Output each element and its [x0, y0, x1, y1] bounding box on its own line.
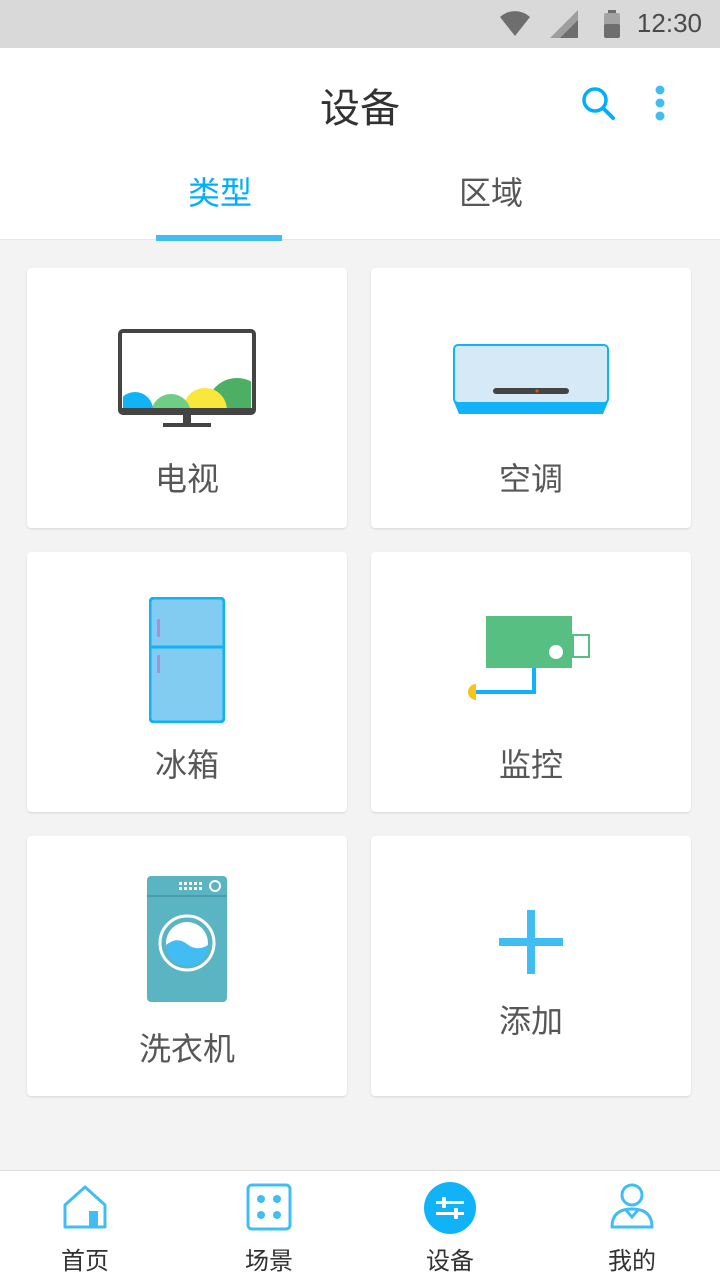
nav-label: 设备 [426, 1247, 474, 1275]
device-label: 电视 [154, 460, 219, 498]
nav-item-device[interactable]: 设备 [360, 1171, 540, 1280]
nav-item-scene[interactable]: 场景 [179, 1171, 359, 1280]
tab-type[interactable]: 类型 [188, 168, 252, 214]
home-icon [63, 1185, 107, 1229]
device-card-washing-machine[interactable]: 洗衣机 [27, 836, 347, 1096]
camera-icon [468, 616, 590, 700]
add-icon [499, 910, 563, 974]
device-card-air-conditioner[interactable]: 空调 [371, 268, 691, 528]
device-card-fridge[interactable]: 冰箱 [27, 552, 347, 812]
nav-label: 首页 [61, 1247, 109, 1275]
more-options-button[interactable] [640, 83, 680, 123]
more-vertical-icon [655, 85, 665, 121]
device-card-add[interactable]: 添加 [371, 836, 691, 1096]
tab-region[interactable]: 区域 [459, 168, 523, 214]
scene-icon [246, 1183, 292, 1231]
tv-icon [118, 329, 256, 427]
battery-icon [604, 10, 620, 38]
profile-icon [610, 1183, 654, 1229]
search-button[interactable] [575, 83, 621, 123]
search-icon [582, 87, 615, 120]
nav-label: 我的 [608, 1247, 656, 1275]
device-settings-icon [424, 1182, 476, 1234]
status-time: 12:30 [636, 8, 702, 38]
device-label: 冰箱 [154, 746, 219, 784]
device-card-tv[interactable]: 电视 [27, 268, 347, 528]
nav-item-profile[interactable]: 我的 [542, 1171, 720, 1280]
nav-item-home[interactable]: 首页 [0, 1171, 175, 1280]
device-card-camera[interactable]: 监控 [371, 552, 691, 812]
device-label: 洗衣机 [138, 1030, 235, 1068]
air-conditioner-icon [453, 344, 609, 414]
tab-indicator [156, 235, 282, 241]
device-label: 添加 [498, 1002, 563, 1040]
device-label: 空调 [498, 460, 563, 498]
signal-icon [550, 10, 578, 38]
header: 设备 类型 区域 [0, 48, 720, 241]
status-bar: 12:30 [0, 0, 720, 48]
fridge-icon [149, 597, 225, 723]
washing-machine-icon [147, 876, 227, 1002]
nav-label: 场景 [245, 1247, 293, 1275]
device-label: 监控 [498, 746, 563, 784]
wifi-icon [500, 11, 530, 36]
bottom-nav: 首页 场景 设备 我的 [0, 1170, 720, 1280]
